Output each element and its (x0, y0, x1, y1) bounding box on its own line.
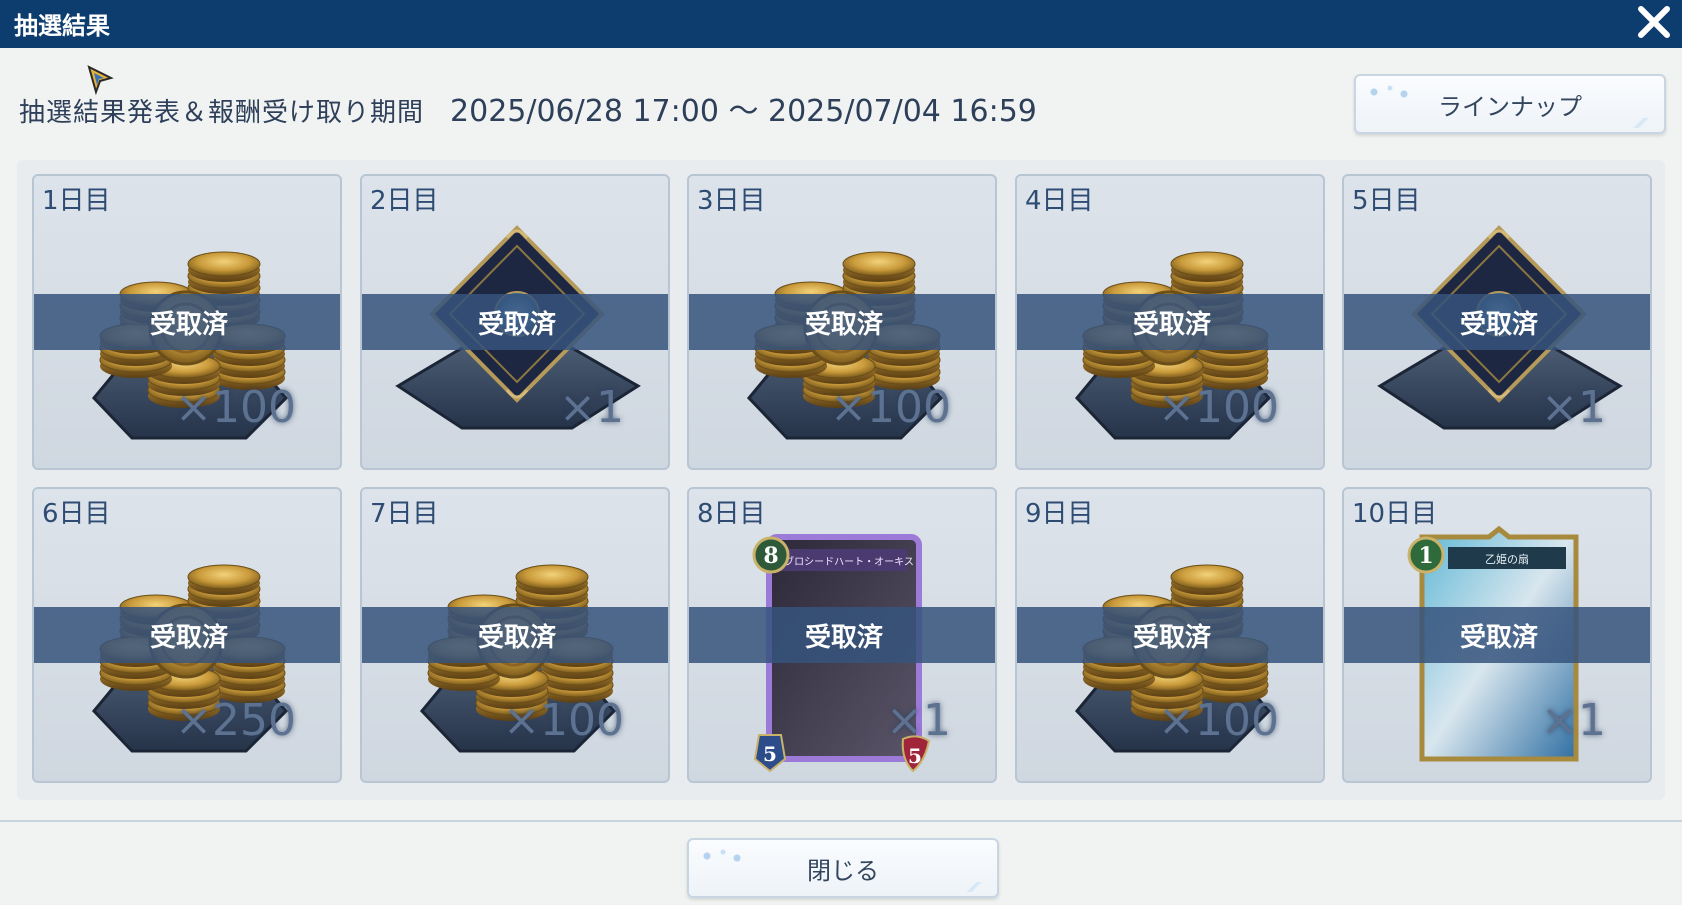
claimed-badge: 受取済 (1017, 294, 1323, 350)
reward-quantity: ×100 (830, 382, 951, 433)
reward-card-day-6[interactable]: ×250 受取済 6日目 (32, 487, 342, 783)
reward-quantity: ×100 (1158, 695, 1279, 746)
close-icon[interactable] (1632, 0, 1676, 44)
dialog-titlebar: 抽選結果 (0, 0, 1682, 48)
lineup-button[interactable]: ラインナップ (1354, 74, 1666, 134)
reward-quantity: ×1 (1541, 695, 1606, 746)
day-label: 8日目 (697, 499, 766, 529)
claimed-badge: 受取済 (1017, 607, 1323, 663)
reward-card-day-5[interactable]: ×1 受取済 5日目 (1342, 174, 1652, 470)
button-decoration (697, 846, 757, 866)
day-label: 5日目 (1352, 186, 1421, 216)
button-decoration (1364, 82, 1424, 102)
reward-period: 抽選結果発表＆報酬受け取り期間 2025/06/28 17:00 ～ 2025/0… (19, 86, 1037, 130)
day-label: 6日目 (42, 499, 111, 529)
claimed-label: 受取済 (149, 622, 228, 653)
reward-quantity: ×1 (559, 382, 624, 433)
claimed-label: 受取済 (477, 622, 556, 653)
reward-card-day-10[interactable]: 乙姫の扇 1 ×1 受取済 10日目 (1342, 487, 1652, 783)
reward-card-day-2[interactable]: ×1 受取済 2日目 (360, 174, 670, 470)
reward-card-day-8[interactable]: ブロシードハート・オーキス 8 5 5 ×1 受取済 8日目 (687, 487, 997, 783)
claimed-label: 受取済 (1459, 309, 1538, 340)
reward-quantity: ×1 (1541, 382, 1606, 433)
period-dates: 2025/06/28 17:00 ～ 2025/07/04 16:59 (450, 94, 1037, 129)
claimed-badge: 受取済 (34, 607, 340, 663)
card-cost: 1 (1418, 543, 1433, 569)
claimed-badge: 受取済 (1344, 294, 1650, 350)
reward-card-day-4[interactable]: ×100 受取済 4日目 (1015, 174, 1325, 470)
day-label: 4日目 (1025, 186, 1094, 216)
claimed-badge: 受取済 (1344, 607, 1650, 663)
day-label: 3日目 (697, 186, 766, 216)
card-name: 乙姫の扇 (1485, 552, 1529, 566)
claimed-badge: 受取済 (362, 294, 668, 350)
card-life: 5 (908, 744, 922, 768)
day-label: 7日目 (370, 499, 439, 529)
dialog-title: 抽選結果 (14, 12, 110, 40)
day-label: 10日目 (1352, 499, 1438, 529)
divider (0, 820, 1682, 822)
reward-card-day-7[interactable]: ×100 受取済 7日目 (360, 487, 670, 783)
reward-quantity: ×1 (886, 695, 951, 746)
period-label: 抽選結果発表＆報酬受け取り期間 (19, 98, 425, 128)
claimed-badge: 受取済 (34, 294, 340, 350)
claimed-label: 受取済 (477, 309, 556, 340)
close-button[interactable]: 閉じる (687, 838, 999, 898)
claimed-badge: 受取済 (362, 607, 668, 663)
card-cost: 8 (763, 543, 778, 569)
claimed-label: 受取済 (1132, 309, 1211, 340)
reward-card-day-3[interactable]: ×100 受取済 3日目 (687, 174, 997, 470)
lineup-button-label: ラインナップ (1438, 92, 1582, 121)
reward-quantity: ×100 (175, 382, 296, 433)
reward-quantity: ×100 (503, 695, 624, 746)
claimed-label: 受取済 (804, 309, 883, 340)
reward-quantity: ×100 (1158, 382, 1279, 433)
reward-card-day-1[interactable]: ×100 受取済 1日目 (32, 174, 342, 470)
card-attack: 5 (763, 742, 777, 766)
close-button-label: 閉じる (807, 856, 879, 885)
claimed-label: 受取済 (1459, 622, 1538, 653)
claimed-label: 受取済 (1132, 622, 1211, 653)
day-label: 1日目 (42, 186, 111, 216)
button-decoration (959, 882, 989, 892)
claimed-badge: 受取済 (689, 607, 995, 663)
card-name: ブロシードハート・オーキス (784, 555, 914, 568)
claimed-label: 受取済 (804, 622, 883, 653)
reward-card-day-9[interactable]: ×100 受取済 9日目 (1015, 487, 1325, 783)
day-label: 2日目 (370, 186, 439, 216)
button-decoration (1626, 118, 1656, 128)
claimed-badge: 受取済 (689, 294, 995, 350)
claimed-label: 受取済 (149, 309, 228, 340)
day-label: 9日目 (1025, 499, 1094, 529)
reward-quantity: ×250 (175, 695, 296, 746)
